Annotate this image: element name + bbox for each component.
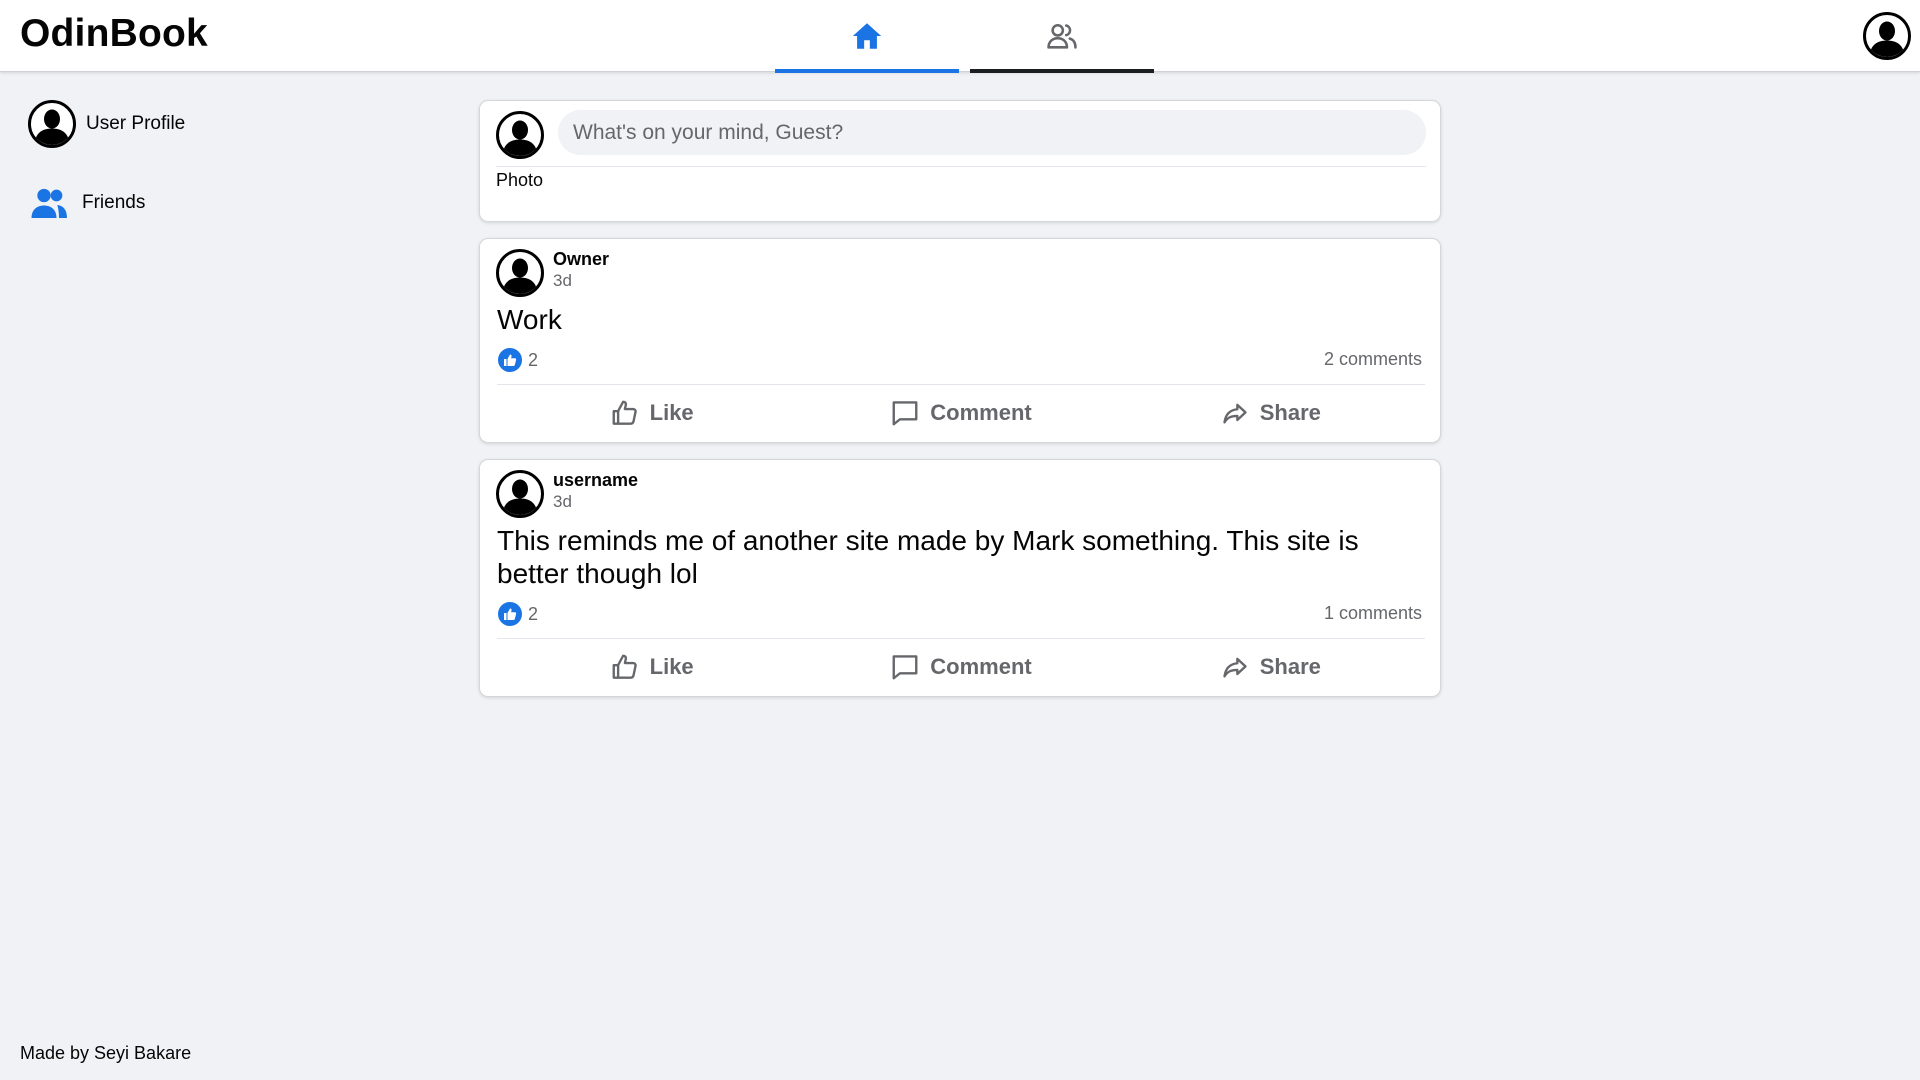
- user-avatar-icon[interactable]: [496, 249, 544, 297]
- post-timestamp: 3d: [553, 271, 572, 290]
- like-label: Like: [649, 400, 694, 425]
- like-label: Like: [649, 654, 694, 679]
- status-input[interactable]: [558, 110, 1426, 155]
- like-badge-icon: [498, 348, 522, 372]
- friends-icon: [28, 182, 70, 224]
- like-button[interactable]: Like: [497, 390, 806, 436]
- share-button[interactable]: Share: [1116, 644, 1425, 690]
- footer-credit: Made by Seyi Bakare: [20, 1043, 192, 1063]
- account-avatar[interactable]: [1863, 12, 1911, 60]
- post-actions: Like Comment Share: [497, 390, 1425, 436]
- share-icon: [1220, 398, 1250, 428]
- tab-underline: [970, 69, 1154, 73]
- post-card: username 3d This reminds me of another s…: [479, 459, 1441, 697]
- sidebar-item-friends[interactable]: Friends: [28, 182, 145, 224]
- divider: [497, 638, 1425, 639]
- tab-home[interactable]: [775, 0, 959, 73]
- tab-friends[interactable]: [970, 0, 1154, 73]
- post-author[interactable]: Owner: [553, 249, 609, 270]
- home-icon: [852, 23, 882, 49]
- like-count[interactable]: 2: [498, 602, 538, 626]
- user-avatar-icon[interactable]: [496, 470, 544, 518]
- thumbs-up-icon: [610, 652, 640, 682]
- active-tab-indicator: [775, 69, 959, 73]
- like-button[interactable]: Like: [497, 644, 806, 690]
- post-text: Work: [497, 304, 562, 335]
- comment-button[interactable]: Comment: [806, 390, 1115, 436]
- sidebar-item-user-profile[interactable]: User Profile: [28, 100, 185, 148]
- top-nav-bar: OdinBook: [0, 0, 1920, 73]
- post-timestamp: 3d: [553, 492, 572, 511]
- like-count-value: 2: [528, 349, 539, 370]
- friends-icon: [1047, 23, 1077, 49]
- thumbs-up-icon: [610, 398, 640, 428]
- like-badge-icon: [498, 602, 522, 626]
- post-text: This reminds me of another site made by …: [497, 525, 1359, 589]
- share-label: Share: [1259, 654, 1321, 679]
- user-avatar-icon: [496, 111, 544, 159]
- comment-count[interactable]: 1 comments: [1324, 603, 1422, 624]
- share-button[interactable]: Share: [1116, 390, 1425, 436]
- sidebar-item-label: Friends: [82, 192, 146, 213]
- like-count[interactable]: 2: [498, 348, 538, 372]
- divider: [496, 166, 1426, 167]
- comment-icon: [890, 652, 920, 682]
- user-avatar-icon: [1863, 12, 1911, 60]
- comment-label: Comment: [930, 400, 1032, 425]
- like-count-value: 2: [528, 603, 539, 624]
- post-card: Owner 3d Work 2 2 comments Like Comment …: [479, 238, 1441, 443]
- post-actions: Like Comment Share: [497, 644, 1425, 690]
- share-icon: [1220, 652, 1250, 682]
- user-avatar-icon: [28, 100, 76, 148]
- post-composer: Photo: [479, 100, 1441, 222]
- comment-button[interactable]: Comment: [806, 644, 1115, 690]
- share-label: Share: [1259, 400, 1321, 425]
- comment-icon: [890, 398, 920, 428]
- post-author[interactable]: username: [553, 470, 638, 491]
- divider: [497, 384, 1425, 385]
- comment-label: Comment: [930, 654, 1032, 679]
- sidebar-item-label: User Profile: [86, 113, 186, 134]
- app-logo[interactable]: OdinBook: [20, 12, 208, 56]
- comment-count[interactable]: 2 comments: [1324, 349, 1422, 370]
- photo-button[interactable]: Photo: [496, 170, 543, 191]
